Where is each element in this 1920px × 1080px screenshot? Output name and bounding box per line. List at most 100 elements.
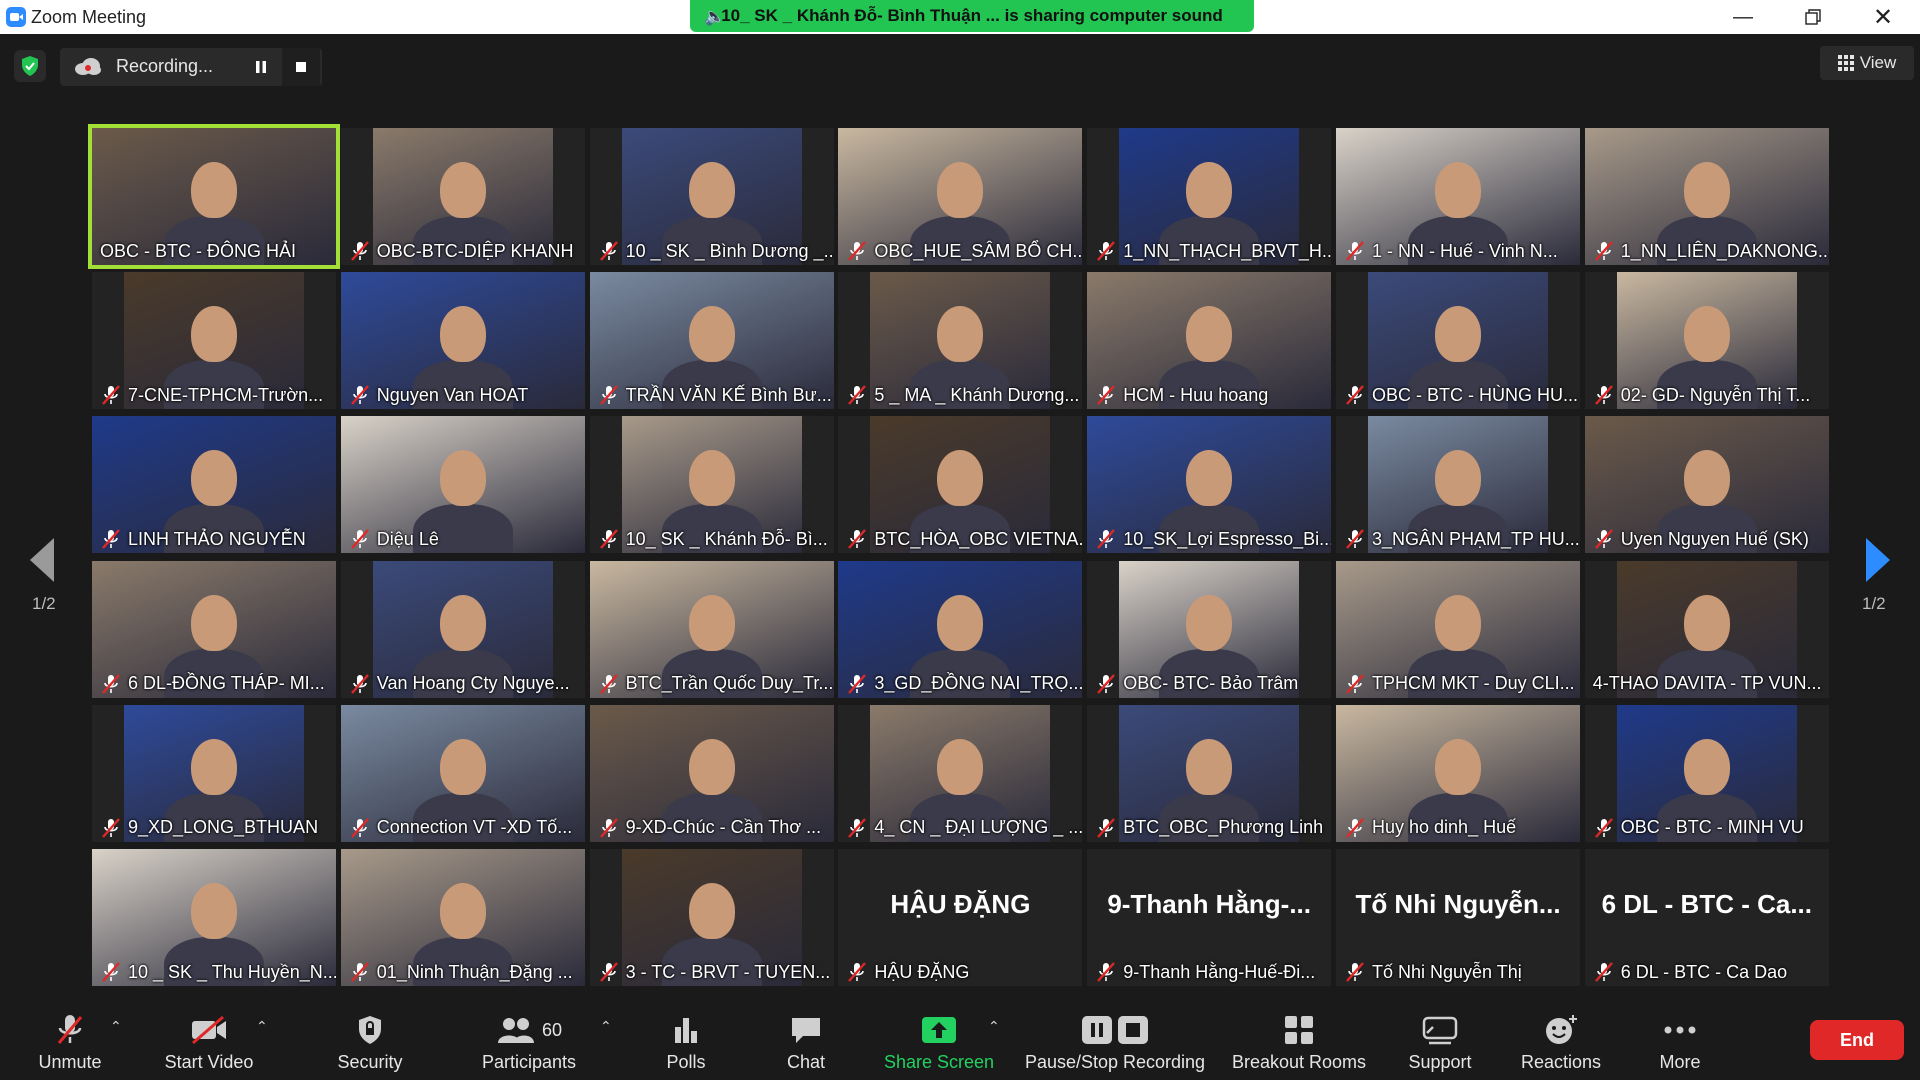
participant-tile[interactable]: OBC - BTC - ĐÔNG HẢI — [92, 128, 336, 265]
more-button[interactable]: More — [1640, 1000, 1720, 1080]
support-label: Support — [1408, 1052, 1472, 1072]
previous-page-arrow-icon[interactable] — [22, 530, 62, 590]
pause-recording-button[interactable] — [242, 48, 280, 86]
participant-tile[interactable]: 02- GD- Nguyễn Thị T... — [1584, 272, 1829, 410]
participant-tile[interactable]: Van Hoang Cty Nguye... — [340, 560, 585, 698]
participant-tile[interactable]: BTC_OBC_Phương Linh — [1087, 704, 1332, 842]
muted-mic-icon — [590, 673, 626, 695]
participant-tile[interactable]: 10 _ SK _ Thu Huyền_N... — [92, 849, 336, 986]
participant-tile[interactable]: BTC_Trần Quốc Duy_Tr... — [589, 560, 834, 698]
participant-silhouette — [937, 738, 984, 795]
participant-tile[interactable]: HCM - Huu hoang — [1087, 272, 1332, 410]
participant-name: 7-CNE-TPHCM-Trườn... — [128, 384, 324, 405]
participant-tile[interactable]: Connection VT -XD Tố... — [340, 704, 585, 842]
participant-tile[interactable]: Diệu Lê — [340, 416, 585, 554]
muted-mic-icon — [1087, 673, 1123, 695]
muted-mic-icon — [590, 528, 626, 550]
polls-button[interactable]: Polls — [646, 1000, 726, 1080]
view-button[interactable]: View — [1820, 46, 1914, 80]
participant-tile[interactable]: Huy ho dinh_ Huế — [1336, 704, 1580, 842]
sharing-sound-banner[interactable]: 🔈 10_ SK _ Khánh Đỗ- Bình Thuận ... is s… — [690, 0, 1254, 32]
participant-tile[interactable]: 6 DL-ĐỒNG THÁP- MI... — [92, 560, 336, 698]
muted-mic-icon — [341, 528, 377, 550]
participant-tile[interactable]: TPHCM MKT - Duy CLI... — [1336, 560, 1580, 698]
unmute-button[interactable]: Unmute — [28, 1000, 112, 1080]
participant-name-label: Connection VT -XD Tố... — [341, 814, 585, 842]
participant-tile[interactable]: Nguyen Van HOAT — [340, 272, 585, 410]
end-meeting-button[interactable]: End — [1810, 1020, 1904, 1060]
muted-mic-icon — [341, 961, 377, 983]
participant-name-label: 1_NN_LIÊN_DAKNONG... — [1585, 237, 1829, 265]
participant-tile[interactable]: 10_SK_Lợi Espresso_Bi... — [1087, 416, 1332, 554]
muted-mic-icon — [1585, 961, 1621, 983]
participant-name: 3 - TC - BRVT - TUYEN... — [625, 961, 831, 982]
participant-name: Connection VT -XD Tố... — [376, 817, 573, 838]
participant-tile[interactable]: OBC-BTC-DIỆP KHANH — [340, 128, 585, 265]
muted-mic-icon — [1087, 528, 1123, 550]
security-button[interactable]: Security — [330, 1000, 410, 1080]
participant-tile[interactable]: 1_NN_THẠCH_BRVT_H... — [1087, 128, 1332, 265]
participant-tile[interactable]: 3_GD_ĐỒNG NAI_TRỌ... — [838, 560, 1083, 698]
participant-tile[interactable]: 4_ CN _ ĐẠI LƯỢNG _ ... — [838, 704, 1083, 842]
audio-options-caret-icon[interactable]: ⌃ — [110, 1018, 124, 1034]
share-screen-button[interactable]: Share Screen — [876, 1000, 1002, 1080]
participant-silhouette — [937, 162, 984, 218]
participant-tile[interactable]: 1_NN_LIÊN_DAKNONG... — [1584, 128, 1829, 265]
pause-stop-recording-button[interactable]: Pause/Stop Recording — [1020, 1000, 1210, 1080]
participant-tile[interactable]: Tố Nhi Nguyễn... Tố Nhi Nguyễn Thị — [1336, 849, 1580, 986]
muted-mic-icon — [341, 384, 377, 406]
participant-tile[interactable]: OBC_HUE_SÂM BỔ CH... — [838, 128, 1083, 265]
participant-tile[interactable]: 9-Thanh Hằng-... 9-Thanh Hằng-Huế-Đi... — [1087, 849, 1332, 986]
minimize-button[interactable]: — — [1714, 0, 1772, 34]
participant-name-label: 02- GD- Nguyễn Thị T... — [1585, 381, 1829, 409]
participant-tile[interactable]: LINH THẢO NGUYỄN — [92, 416, 336, 554]
participant-tile[interactable]: TRẦN VĂN KẾ Bình Bư... — [589, 272, 834, 410]
participant-tile[interactable]: 1 - NN - Huế - Vinh N... — [1336, 128, 1580, 265]
participant-tile[interactable]: HẬU ĐẶNG HẬU ĐẶNG — [838, 849, 1083, 986]
video-options-caret-icon[interactable]: ⌃ — [256, 1018, 270, 1034]
participant-tile[interactable]: Uyen Nguyen Huế (SK) — [1584, 416, 1829, 554]
support-button[interactable]: Support — [1400, 1000, 1480, 1080]
participants-options-caret-icon[interactable]: ⌃ — [600, 1018, 614, 1034]
stop-recording-button[interactable] — [282, 48, 320, 86]
muted-mic-icon — [1087, 240, 1123, 262]
muted-mic-icon — [92, 673, 128, 695]
share-options-caret-icon[interactable]: ⌃ — [988, 1018, 1002, 1034]
participants-button[interactable]: 60 Participants — [474, 1000, 584, 1080]
participant-name-label: OBC - BTC - ĐÔNG HẢI — [92, 237, 336, 265]
participant-silhouette — [937, 594, 984, 651]
participant-tile[interactable]: 10_ SK _ Khánh Đỗ- Bì... — [589, 416, 834, 554]
start-video-button[interactable]: Start Video — [154, 1000, 264, 1080]
participant-name: 10_SK_Lợi Espresso_Bi... — [1123, 528, 1332, 549]
participant-tile[interactable]: 01_Ninh Thuận_Đặng ... — [340, 849, 585, 986]
participant-name-label: 10_SK_Lợi Espresso_Bi... — [1087, 525, 1331, 553]
participant-tile[interactable]: OBC- BTC- Bảo Trâm — [1087, 560, 1332, 698]
participant-tile[interactable]: 7-CNE-TPHCM-Trườn... — [92, 272, 336, 410]
participant-name: OBC - BTC - HÙNG HU... — [1372, 384, 1578, 405]
participant-name-label: BTC_Trần Quốc Duy_Tr... — [590, 670, 834, 698]
chat-label: Chat — [786, 1052, 826, 1072]
participant-tile[interactable]: 10 _ SK _ Bình Dương _... — [589, 128, 834, 265]
close-window-button[interactable]: ✕ — [1854, 0, 1912, 34]
next-page-arrow-icon[interactable] — [1858, 530, 1898, 590]
breakout-rooms-button[interactable]: Breakout Rooms — [1224, 1000, 1374, 1080]
reactions-button[interactable]: Reactions — [1514, 1000, 1608, 1080]
participant-name: LINH THẢO NGUYỄN — [128, 528, 306, 549]
participant-tile[interactable]: 5 _ MA _ Khánh Dương... — [838, 272, 1083, 410]
participant-name-label: Nguyen Van HOAT — [341, 381, 585, 409]
participant-tile[interactable]: OBC - BTC - HÙNG HU... — [1336, 272, 1580, 410]
meeting-toolbar: Unmute ⌃ Start Video ⌃ Security 60 Parti… — [0, 1000, 1920, 1080]
encryption-shield-button[interactable] — [14, 50, 46, 82]
participant-tile[interactable]: 9_XD_LONG_BTHUAN — [92, 704, 336, 842]
participant-tile[interactable]: OBC - BTC - MINH VU — [1584, 704, 1829, 842]
restore-button[interactable] — [1784, 0, 1842, 34]
participant-tile[interactable]: 9-XD-Chúc - Cần Thơ ... — [589, 704, 834, 842]
participant-tile[interactable]: 4-THAO DAVITA - TP VUN... — [1584, 560, 1829, 698]
share-screen-icon — [922, 1017, 956, 1043]
participant-name-label: 4_ CN _ ĐẠI LƯỢNG _ ... — [838, 814, 1082, 842]
participant-tile[interactable]: 6 DL - BTC - Ca... 6 DL - BTC - Ca Dao — [1584, 849, 1829, 986]
participant-tile[interactable]: 3 - TC - BRVT - TUYEN... — [589, 849, 834, 986]
participant-tile[interactable]: BTC_HÒA_OBC VIETNA... — [838, 416, 1083, 554]
participant-tile[interactable]: 3_NGÂN PHẠM_TP HU... — [1336, 416, 1580, 554]
chat-button[interactable]: Chat — [766, 1000, 846, 1080]
